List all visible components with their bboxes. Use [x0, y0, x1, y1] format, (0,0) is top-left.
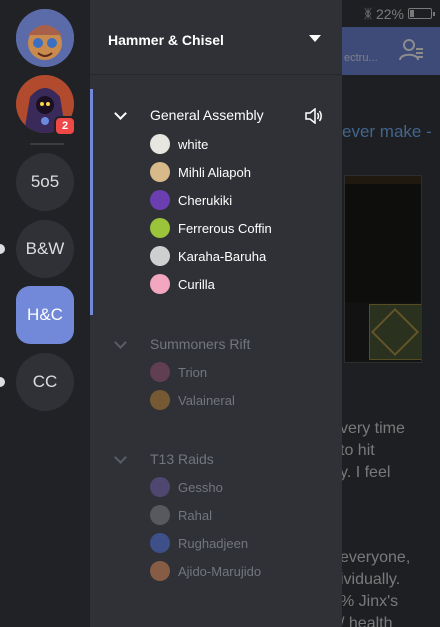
user-avatar-icon — [150, 533, 170, 553]
guild-cc[interactable]: CC — [16, 353, 74, 411]
user-avatar-icon — [150, 218, 170, 238]
voice-member[interactable]: Karaha-Baruha — [150, 245, 266, 267]
guild-avatar-teemo[interactable] — [16, 9, 74, 67]
guild-5o5[interactable]: 5o5 — [16, 153, 74, 211]
user-avatar-icon — [150, 505, 170, 525]
connected-indicator — [90, 89, 93, 315]
user-avatar-icon — [150, 134, 170, 154]
user-avatar-icon — [150, 190, 170, 210]
server-header[interactable]: Hammer & Chisel — [90, 0, 342, 75]
chevron-down-icon[interactable] — [114, 336, 127, 349]
voice-member[interactable]: Curilla — [150, 273, 215, 295]
channel-panel: Hammer & Chisel General Assembly white Mih… — [90, 0, 342, 627]
rail-separator — [30, 143, 64, 145]
speaker-icon[interactable] — [304, 108, 324, 124]
voice-member-name: Rughadjeen — [178, 535, 249, 551]
voice-member[interactable]: Cherukiki — [150, 189, 232, 211]
teemo-avatar-icon — [16, 9, 74, 67]
voice-member-name: Ajido-Marujido — [178, 563, 262, 579]
voice-member-name: Gessho — [178, 479, 223, 495]
user-avatar-icon — [150, 561, 170, 581]
voice-member-name: Trion — [178, 364, 208, 380]
voice-member-name: Curilla — [178, 276, 215, 292]
server-rail: 2 5o5 B&W H&C CC — [0, 0, 90, 627]
user-avatar-icon — [150, 162, 170, 182]
voice-member[interactable]: Ferrerous Coffin — [150, 217, 272, 239]
unread-indicator — [0, 377, 5, 387]
voice-member[interactable]: Rughadjeen — [150, 532, 248, 554]
voice-channel-name[interactable]: Summoners Rift — [150, 336, 250, 352]
voice-member[interactable]: Gessho — [150, 476, 223, 498]
guild-bw[interactable]: B&W — [16, 220, 74, 278]
guild-hc[interactable]: H&C — [16, 286, 74, 344]
user-avatar-icon — [150, 274, 170, 294]
voice-member-name: Karaha-Baruha — [178, 248, 267, 264]
mention-badge: 2 — [56, 118, 74, 134]
voice-member[interactable]: Trion — [150, 361, 207, 383]
voice-member-name: Ferrerous Coffin — [178, 220, 272, 236]
voice-member-name: Mihli Aliapoh — [178, 164, 251, 180]
voice-member[interactable]: Ajido-Marujido — [150, 560, 261, 582]
voice-member-name: Rahal — [178, 507, 212, 523]
chevron-down-icon[interactable] — [114, 107, 127, 120]
user-avatar-icon — [150, 390, 170, 410]
chevron-down-icon[interactable] — [309, 35, 321, 42]
voice-member[interactable]: Valaineral — [150, 389, 235, 411]
voice-member[interactable]: Rahal — [150, 504, 212, 526]
voice-member-name: white — [178, 136, 209, 152]
voice-channel-name[interactable]: T13 Raids — [150, 451, 214, 467]
voice-member[interactable]: Mihli Aliapoh — [150, 161, 251, 183]
user-avatar-icon — [150, 477, 170, 497]
user-avatar-icon — [150, 246, 170, 266]
chevron-down-icon[interactable] — [114, 451, 127, 464]
voice-member-name: Cherukiki — [178, 192, 233, 208]
unread-indicator — [0, 244, 5, 254]
user-avatar-icon — [150, 362, 170, 382]
voice-member[interactable]: white — [150, 133, 208, 155]
server-name: Hammer & Chisel — [108, 32, 224, 48]
voice-channel-name[interactable]: General Assembly — [150, 107, 264, 123]
voice-member-name: Valaineral — [178, 392, 235, 408]
